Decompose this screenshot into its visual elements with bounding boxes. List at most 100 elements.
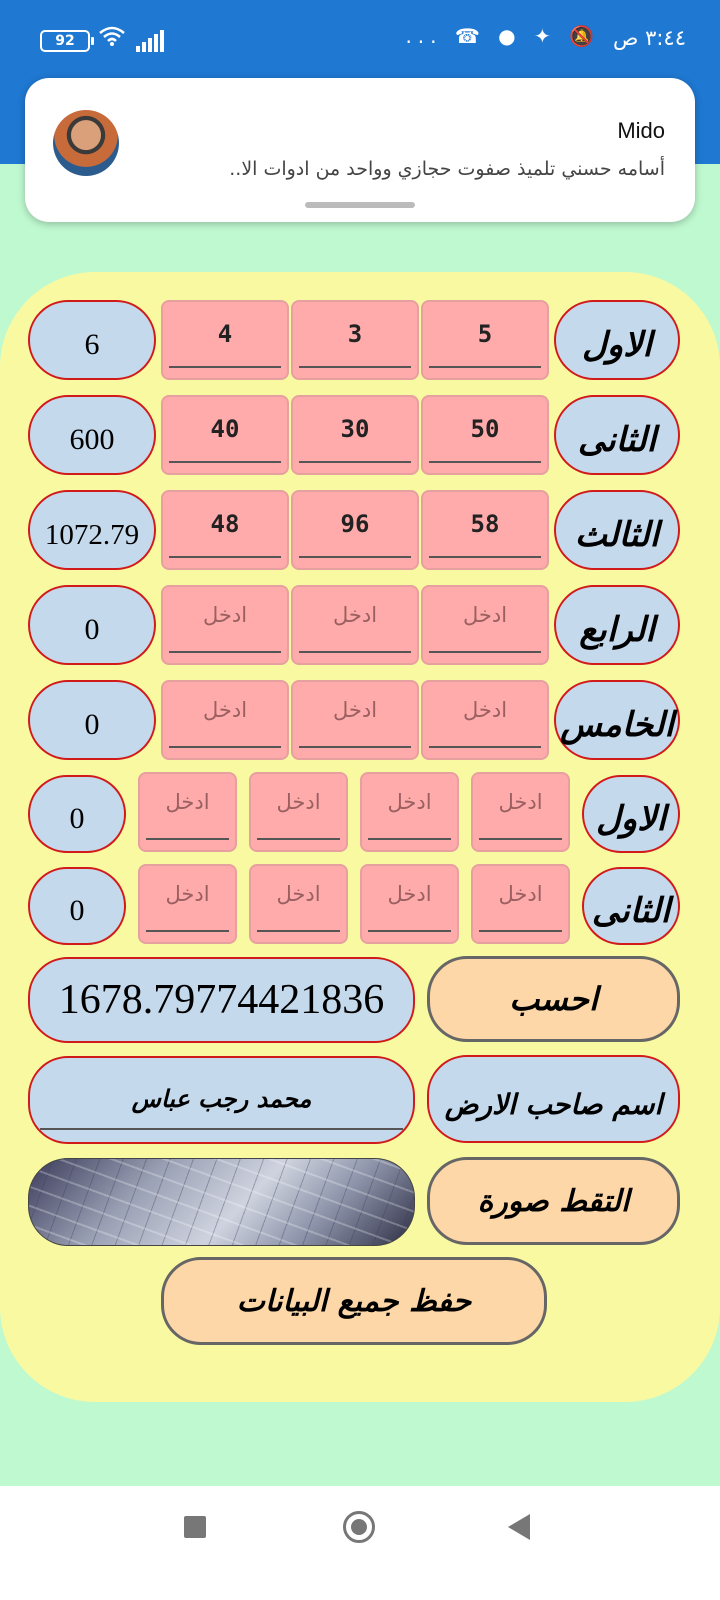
wifi-icon — [98, 25, 126, 52]
row-label-pill: الثانى — [582, 867, 680, 945]
input-value: 4 — [217, 320, 233, 348]
home-icon[interactable] — [343, 1511, 375, 1543]
row-result-value: 600 — [69, 423, 115, 456]
input-placeholder: ادخل — [276, 882, 321, 906]
signal-icon — [136, 30, 166, 52]
owner-label: اسم صاحب الارض — [444, 1087, 663, 1121]
value-input[interactable]: 5 — [421, 300, 549, 380]
input-placeholder: ادخل — [462, 603, 508, 627]
status-bar: 92 ... ☎ ● ✦ 🔕 ٣:٤٤ ص — [0, 0, 720, 60]
row-result: 0 — [28, 680, 156, 760]
input-placeholder: ادخل — [498, 882, 543, 906]
twitter-icon: ✦ — [533, 24, 557, 48]
capture-label: التقط صورة — [477, 1183, 630, 1219]
row-label-pill: الرابع — [554, 585, 680, 665]
value-input[interactable]: ادخل — [249, 864, 348, 944]
battery-level: 92 — [55, 33, 75, 49]
value-input[interactable]: ادخل — [471, 772, 570, 852]
input-value: 58 — [470, 510, 500, 538]
value-input[interactable]: ادخل — [291, 585, 419, 665]
calculate-label: احسب — [509, 980, 598, 1018]
notification-body: أسامه حسني تلميذ صفوت حجازي وواحد من ادو… — [229, 158, 665, 180]
input-placeholder: ادخل — [165, 790, 210, 814]
row-result-value: 1072.79 — [44, 518, 140, 551]
input-value: 48 — [210, 510, 240, 538]
row-label-pill: الثالث — [554, 490, 680, 570]
row-result: 0 — [28, 867, 126, 945]
missed-call-icon: ☎ — [454, 24, 486, 48]
row-label: الخامس — [560, 705, 674, 745]
row-result-value: 0 — [69, 894, 85, 927]
input-placeholder: ادخل — [498, 790, 543, 814]
save-all-button[interactable]: حفظ جميع البيانات — [161, 1257, 547, 1345]
calculate-button[interactable]: احسب — [427, 956, 680, 1042]
battery-icon: 92 — [40, 30, 94, 52]
value-input[interactable]: ادخل — [360, 772, 459, 852]
value-input[interactable]: ادخل — [291, 680, 419, 760]
input-placeholder: ادخل — [332, 603, 378, 627]
input-placeholder: ادخل — [165, 882, 210, 906]
owner-name-input[interactable]: محمد رجب عباس — [28, 1056, 415, 1144]
save-label: حفظ جميع البيانات — [236, 1283, 472, 1319]
capture-photo-button[interactable]: التقط صورة — [427, 1157, 680, 1245]
row-result-value: 0 — [84, 708, 100, 741]
value-input[interactable]: ادخل — [421, 585, 549, 665]
row-label: الاول — [582, 325, 652, 365]
input-value: 50 — [470, 415, 500, 443]
mute-icon: 🔕 — [569, 24, 600, 48]
value-input[interactable]: 58 — [421, 490, 549, 570]
value-input[interactable]: ادخل — [161, 585, 289, 665]
back-icon[interactable] — [508, 1514, 530, 1540]
input-placeholder: ادخل — [276, 790, 321, 814]
row-label-pill: الثانى — [554, 395, 680, 475]
value-input[interactable]: ادخل — [421, 680, 549, 760]
notification-card[interactable]: Mido أسامه حسني تلميذ صفوت حجازي وواحد م… — [25, 78, 695, 222]
input-value: 5 — [477, 320, 493, 348]
value-input[interactable]: ادخل — [360, 864, 459, 944]
captured-photo-thumbnail[interactable] — [28, 1158, 415, 1246]
row-result: 0 — [28, 585, 156, 665]
system-nav-bar — [0, 1486, 720, 1600]
row-result: 6 — [28, 300, 156, 380]
input-placeholder: ادخل — [202, 603, 248, 627]
input-value: 96 — [340, 510, 370, 538]
recents-icon[interactable] — [184, 1516, 206, 1538]
input-value: 3 — [347, 320, 363, 348]
owner-name-value: محمد رجب عباس — [131, 1084, 312, 1113]
input-placeholder: ادخل — [332, 698, 378, 722]
row-result: 0 — [28, 775, 126, 853]
row-result-value: 6 — [84, 328, 100, 361]
row-label: الثانى — [577, 420, 657, 460]
notification-drag-handle[interactable] — [305, 202, 415, 208]
value-input[interactable]: 48 — [161, 490, 289, 570]
row-result: 1072.79 — [28, 490, 156, 570]
value-input[interactable]: 96 — [291, 490, 419, 570]
row-result-value: 0 — [84, 613, 100, 646]
row-result: 600 — [28, 395, 156, 475]
dots-icon: ... — [405, 24, 443, 48]
total-result: 1678.79774421836 — [28, 957, 415, 1043]
value-input[interactable]: ادخل — [138, 772, 237, 852]
status-time: ٣:٤٤ ص — [613, 26, 686, 50]
value-input[interactable]: ادخل — [471, 864, 570, 944]
notification-title: Mido — [617, 118, 665, 143]
row-label: الثانى — [591, 891, 671, 931]
value-input[interactable]: ادخل — [138, 864, 237, 944]
owner-label-pill: اسم صاحب الارض — [427, 1055, 680, 1143]
value-input[interactable]: 50 — [421, 395, 549, 475]
row-result-value: 0 — [69, 802, 85, 835]
input-placeholder: ادخل — [387, 882, 432, 906]
value-input[interactable]: 3 — [291, 300, 419, 380]
input-placeholder: ادخل — [387, 790, 432, 814]
chat-icon: ● — [498, 24, 522, 48]
row-label-pill: الاول — [582, 775, 680, 853]
value-input[interactable]: ادخل — [249, 772, 348, 852]
value-input[interactable]: ادخل — [161, 680, 289, 760]
input-placeholder: ادخل — [202, 698, 248, 722]
notification-icons: ... ☎ ● ✦ 🔕 — [405, 24, 600, 48]
value-input[interactable]: 4 — [161, 300, 289, 380]
row-label: الاول — [596, 799, 666, 839]
value-input[interactable]: 30 — [291, 395, 419, 475]
input-value: 40 — [210, 415, 240, 443]
value-input[interactable]: 40 — [161, 395, 289, 475]
